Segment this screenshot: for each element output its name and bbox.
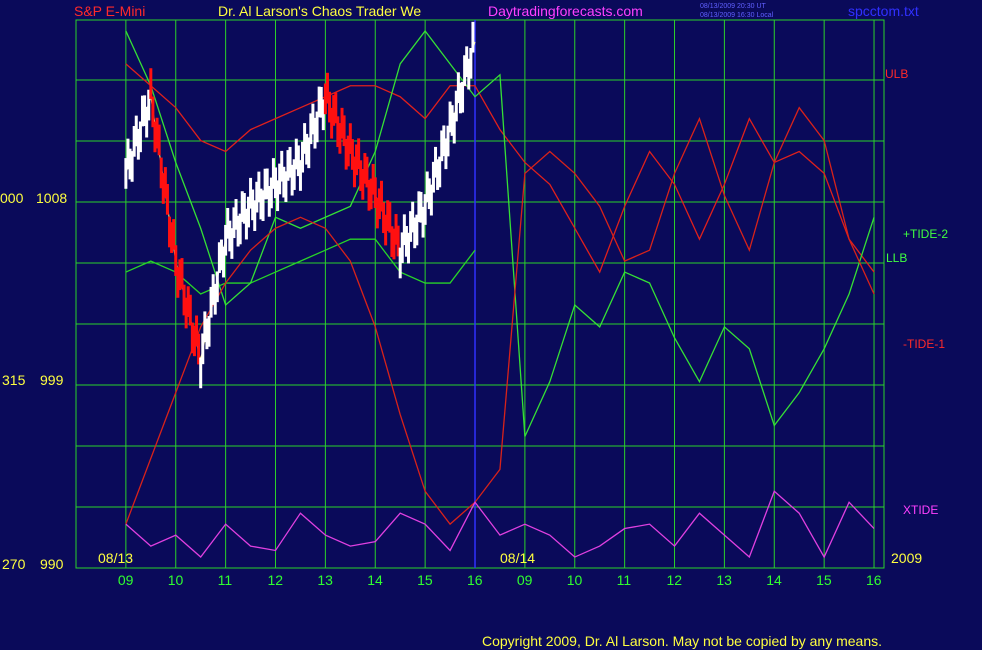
y-tick-left-1: 315: [2, 372, 26, 388]
year-label: 2009: [891, 550, 923, 566]
x-tick-label: 15: [417, 572, 433, 588]
llb-label: LLB: [886, 251, 908, 265]
chart-canvas: [75, 19, 885, 569]
tide-minus1-label: -TIDE-1: [903, 337, 945, 351]
price-bar: [461, 81, 465, 113]
price-bar: [172, 219, 176, 250]
x-tick-label: 13: [317, 572, 333, 588]
copyright-notice: Copyright 2009, Dr. Al Larson. May not b…: [482, 633, 883, 649]
x-tick-label: 16: [866, 572, 882, 588]
x-tick-label: 10: [167, 572, 184, 588]
price-bar: [188, 294, 192, 326]
filename-label: spcctom.txt: [848, 3, 919, 19]
website-label: Daytradingforecasts.com: [488, 3, 643, 19]
x-tick-label: 15: [816, 572, 832, 588]
price-average-line: [125, 41, 476, 360]
x-tick-label: 09: [516, 572, 533, 588]
x-tick-label: 13: [716, 572, 732, 588]
timestamp-local: 08/13/2009 16:30 Local: [700, 12, 774, 19]
price-bar: [207, 316, 211, 347]
price-bar: [165, 184, 169, 215]
x-tick-label: 14: [367, 572, 383, 588]
series-xtide: [125, 490, 875, 559]
price-bar: [469, 47, 473, 79]
chart-title: Dr. Al Larson's Chaos Trader We: [218, 3, 422, 19]
y-tick-value-0: 1008: [36, 190, 68, 206]
y-tick-left-2: 270: [2, 556, 26, 572]
x-tick-label: 12: [666, 572, 683, 588]
tide-plus2-label: +TIDE-2: [903, 227, 949, 241]
timestamp-ut: 08/13/2009 20:30 UT: [700, 3, 766, 10]
series--tide-1: [125, 106, 875, 526]
price-bar: [471, 21, 475, 53]
price-bar: [149, 68, 153, 99]
x-tick-label: 14: [766, 572, 782, 588]
date-label-0813: 08/13: [98, 550, 134, 566]
chart-grid: [75, 19, 885, 569]
y-tick-left-0: 000: [0, 190, 24, 206]
symbol-label: S&P E-Mini: [74, 3, 146, 19]
price-bar: [438, 156, 442, 188]
x-tick-label: 09: [117, 572, 134, 588]
x-tick-label: 12: [267, 572, 284, 588]
x-tick-label: 11: [217, 572, 233, 588]
x-tick-label: 10: [566, 572, 583, 588]
chart-series: [125, 29, 875, 559]
plot-frame: [75, 19, 885, 569]
price-bar: [180, 258, 184, 289]
x-tick-label: 16: [467, 572, 483, 588]
x-tick-label: 11: [616, 572, 632, 588]
price-bar: [157, 124, 161, 156]
price-bar: [215, 271, 219, 303]
xtide-label: XTIDE: [903, 503, 939, 517]
date-label-0814: 08/14: [500, 550, 536, 566]
y-tick-value-1: 999: [40, 372, 64, 388]
price-bars: [124, 21, 476, 389]
ulb-label: ULB: [885, 67, 909, 81]
y-tick-value-2: 990: [40, 556, 64, 572]
